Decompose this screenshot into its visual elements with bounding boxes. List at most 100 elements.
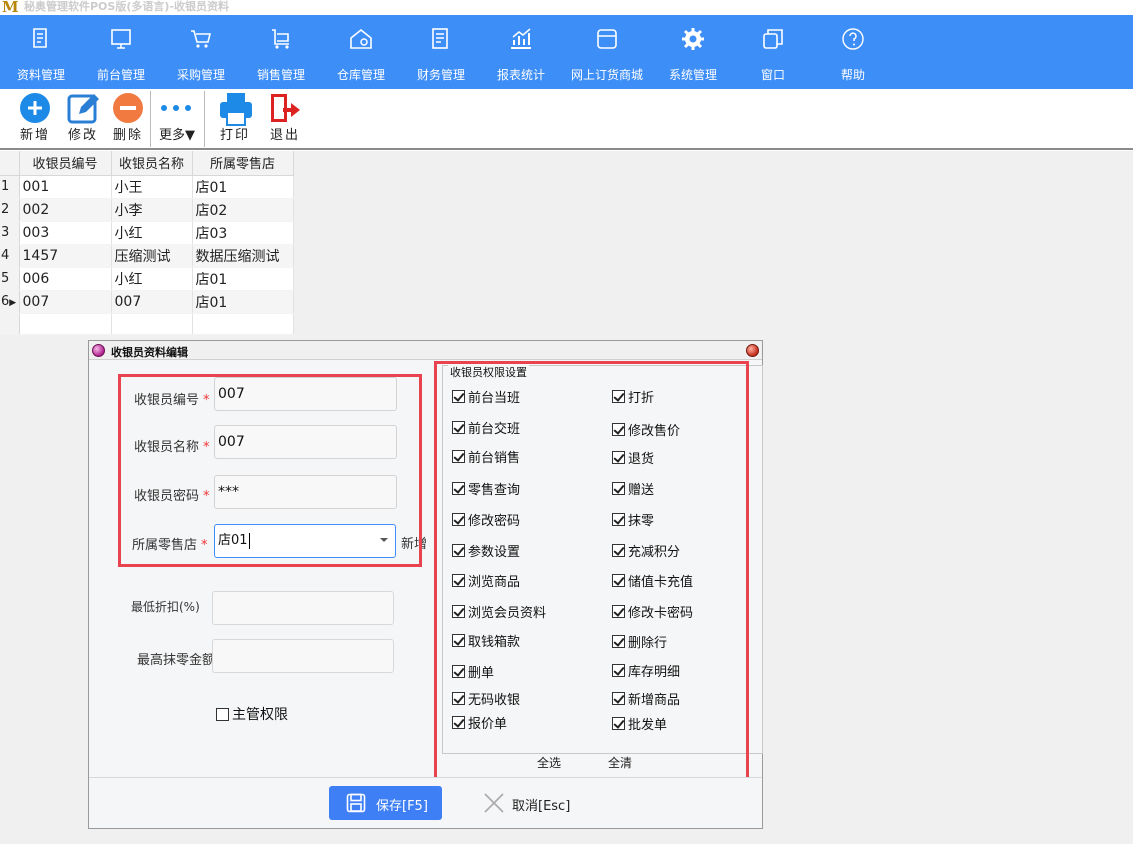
cashier-edit-dialog: 收银员资料编辑 收银员编号 * 007 收银员名称 * 007 收银员密码 * ***…: [88, 340, 763, 829]
nav-item-label: 网上订货商城: [570, 68, 643, 82]
nav-item-warehouse[interactable]: 仓库管理: [321, 15, 401, 89]
supervisor-box[interactable]: [216, 707, 229, 721]
delete-icon: [113, 93, 143, 123]
min-discount-label: 最低折扣(%): [131, 600, 200, 614]
cell-store[interactable]: 店02: [192, 198, 294, 222]
cell-store[interactable]: 店01: [192, 267, 294, 291]
cell-name[interactable]: 007: [111, 290, 193, 314]
nav-item-gear[interactable]: 系统管理: [653, 15, 733, 89]
save-button[interactable]: 保存[F5]: [329, 786, 442, 820]
delete-label: 删除: [112, 128, 143, 143]
cell-code[interactable]: 1457: [19, 244, 112, 268]
row-number: 5: [0, 267, 20, 291]
table-row[interactable]: 4 1457 压缩测试 数据压缩测试: [0, 244, 294, 268]
exit-icon: [271, 94, 300, 122]
highlight-box-permissions: [434, 361, 749, 780]
empty-row: [0, 313, 294, 335]
edit-label: 修改: [67, 128, 98, 143]
monitor-icon: [111, 29, 131, 49]
cell-store[interactable]: 数据压缩测试: [192, 244, 294, 268]
help-icon: [842, 28, 864, 50]
save-icon: [346, 793, 366, 813]
supervisor-label: 主管权限: [232, 707, 288, 723]
nav-item-label: 仓库管理: [336, 68, 385, 82]
toolbar: 新增 修改 删除 更多▼ 打印 退出: [0, 89, 1133, 150]
cell-code[interactable]: 001: [19, 175, 112, 199]
nav-item-cart[interactable]: 采购管理: [161, 15, 241, 89]
toolbar-separator: [204, 91, 205, 147]
main-nav: 资料管理 前台管理 采购管理 销售管理 仓库管理 财务管理 报表统计 网上订货商城 系统管理 窗口…: [0, 15, 1133, 89]
nav-item-finance[interactable]: 财务管理: [401, 15, 481, 89]
nav-item-label: 资料管理: [16, 68, 65, 82]
nav-item-window[interactable]: 窗口: [733, 15, 813, 89]
edit-icon: [67, 94, 99, 124]
min-discount-field[interactable]: [212, 591, 394, 625]
max-round-field[interactable]: [212, 639, 394, 673]
table-row[interactable]: 1 001 小王 店01: [0, 175, 294, 199]
print-button[interactable]: 打印: [210, 89, 260, 149]
table-row[interactable]: 3 003 小红 店03: [0, 221, 294, 245]
cell-code[interactable]: 003: [19, 221, 112, 245]
column-header-name[interactable]: 收银员名称: [111, 151, 193, 176]
toolbar-separator: [150, 91, 151, 147]
table-row[interactable]: 5 006 小红 店01: [0, 267, 294, 291]
row-number: 1: [0, 175, 20, 199]
cell-store[interactable]: 店01: [192, 175, 294, 199]
nav-item-monitor[interactable]: 前台管理: [81, 15, 161, 89]
nav-item-label: 财务管理: [416, 68, 465, 82]
nav-item-document[interactable]: 资料管理: [1, 15, 81, 89]
warehouse-icon: [350, 28, 372, 49]
more-button[interactable]: 更多▼: [153, 89, 201, 149]
nav-item-label: 帮助: [840, 68, 865, 82]
exit-label: 退出: [269, 128, 300, 143]
column-header-code[interactable]: 收银员编号: [19, 151, 112, 176]
cell-code[interactable]: 006: [19, 267, 112, 291]
document-icon: [33, 28, 47, 48]
printer-icon: [220, 93, 252, 126]
cell-name[interactable]: 小王: [111, 175, 193, 199]
close-x-icon: [484, 793, 504, 813]
cell-code[interactable]: 002: [19, 198, 112, 222]
dialog-title-bar: 收银员资料编辑: [89, 341, 762, 360]
row-number: 4: [0, 244, 20, 268]
add-button[interactable]: 新增: [10, 89, 60, 149]
nav-item-label: 窗口: [760, 68, 785, 82]
dialog-menu-icon[interactable]: [92, 344, 105, 357]
nav-item-label: 采购管理: [176, 68, 225, 82]
table-row[interactable]: 2 002 小李 店02: [0, 198, 294, 222]
delete-button[interactable]: 删除: [103, 89, 153, 149]
row-number: 6▶: [0, 290, 20, 314]
nav-item-help[interactable]: 帮助: [813, 15, 893, 89]
edit-button[interactable]: 修改: [58, 89, 108, 149]
table-row[interactable]: 6▶ 007 007 店01: [0, 290, 294, 314]
column-header-store[interactable]: 所属零售店: [192, 151, 294, 176]
cell-name[interactable]: 小李: [111, 198, 193, 222]
gear-icon: [682, 28, 704, 50]
cashier-grid: 收银员编号 收银员名称 所属零售店 1 001 小王 店01 2 002 小李 店02 3 003…: [0, 151, 294, 335]
cell-code[interactable]: 007: [19, 290, 112, 314]
cell-store[interactable]: 店01: [192, 290, 294, 314]
dialog-title: 收银员资料编辑: [111, 346, 188, 359]
print-label: 打印: [219, 128, 250, 143]
cell-store[interactable]: 店03: [192, 221, 294, 245]
nav-item-label: 销售管理: [256, 68, 305, 82]
more-icon: [161, 105, 191, 111]
close-icon[interactable]: [746, 344, 759, 357]
nav-item-store[interactable]: 网上订货商城: [567, 15, 647, 89]
chart-icon: [511, 28, 531, 49]
nav-item-chart[interactable]: 报表统计: [481, 15, 561, 89]
exit-button[interactable]: 退出: [260, 89, 310, 149]
cancel-button[interactable]: 取消[Esc]: [481, 786, 581, 820]
supervisor-checkbox[interactable]: 主管权限: [216, 704, 288, 724]
max-round-label: 最高抹零金额: [137, 653, 216, 668]
cart-icon: [191, 30, 212, 48]
nav-item-label: 前台管理: [96, 68, 145, 82]
nav-item-trolley[interactable]: 销售管理: [241, 15, 321, 89]
add-label: 新增: [19, 128, 50, 143]
highlight-box-fields: [118, 374, 422, 567]
cell-name[interactable]: 小红: [111, 221, 193, 245]
title-bar: M 秘奥管理软件POS版(多语言)-收银员资料: [0, 0, 1133, 16]
current-row-marker: ▶: [9, 298, 17, 308]
cell-name[interactable]: 压缩测试: [111, 244, 193, 268]
cell-name[interactable]: 小红: [111, 267, 193, 291]
